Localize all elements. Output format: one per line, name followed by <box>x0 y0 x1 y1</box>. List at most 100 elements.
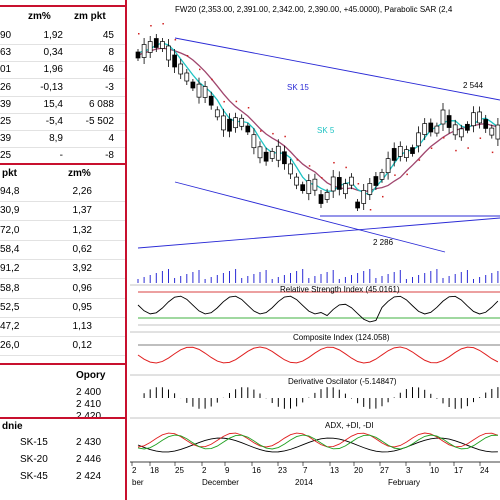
row-value: 58,4 <box>0 243 20 255</box>
left-panel: zm% zm pkt 90 1,92 45 63 0,34 8 01 1,96 46 26 -0,1… <box>0 0 128 500</box>
row-separator <box>0 355 125 357</box>
row-change-pts: 8 <box>108 47 114 59</box>
sar-dot <box>382 195 384 198</box>
row-separator <box>0 78 125 80</box>
row-value: 52,5 <box>0 301 20 313</box>
sar-dot <box>430 147 433 149</box>
technical-chart[interactable]: FW20 (2,353.00, 2,391.00, 2,342.00, 2,39… <box>130 0 500 500</box>
row-change-pct: 1,32 <box>72 224 92 236</box>
row-change-pct: 1,96 <box>43 64 63 76</box>
rsi-label: Relative Strength Index (45.0161) <box>280 285 400 294</box>
sar-dot <box>491 151 494 154</box>
candle-body <box>404 149 409 158</box>
sar-dot <box>467 147 469 149</box>
x-tick-label: 9 <box>225 466 230 475</box>
candle-body <box>367 183 373 195</box>
row-value: 26 <box>0 81 12 93</box>
row-change-pct: - <box>59 150 63 162</box>
candle-body <box>147 41 153 53</box>
candle-body <box>373 176 379 186</box>
row-change-pct: 0,62 <box>72 243 92 255</box>
candle-body <box>330 176 336 192</box>
x-tick-label: 2 <box>132 466 137 475</box>
chart-canvas[interactable]: FW20 (2,353.00, 2,391.00, 2,342.00, 2,39… <box>130 0 500 500</box>
candle-body <box>312 178 318 191</box>
row-value: 47,2 <box>0 321 20 333</box>
row-change-pts: 45 <box>102 30 114 41</box>
row-change-pts: -5 502 <box>85 116 114 127</box>
candle-body <box>208 95 214 106</box>
candle-body <box>452 124 458 136</box>
sar-dot <box>369 209 372 211</box>
candle-body <box>160 41 165 49</box>
sar-dot <box>223 100 225 103</box>
row-value: 25 <box>0 116 12 127</box>
sar-dot <box>357 183 360 185</box>
candle-body <box>141 44 147 58</box>
sar-dot <box>333 161 335 164</box>
col-header-zm-pct: zm% <box>68 168 91 179</box>
candle-body <box>227 118 232 132</box>
x-tick-label: 13 <box>330 466 339 475</box>
divider <box>0 163 125 165</box>
row-change-pct: 1,92 <box>43 30 63 41</box>
row-separator <box>0 130 125 131</box>
row-value: 26,0 <box>0 340 20 352</box>
x-tick-label: 23 <box>278 466 287 475</box>
x-tick-label: 10 <box>430 466 439 475</box>
candle-body <box>221 115 226 131</box>
candle-body <box>397 146 403 157</box>
sar-dot <box>296 159 299 161</box>
row-separator <box>0 44 125 45</box>
row-value: 30,9 <box>0 205 20 217</box>
row-change-pct: 15,4 <box>43 98 63 110</box>
candle-body <box>178 63 184 75</box>
sar-dot <box>345 166 347 169</box>
x-tick-label: 2 <box>202 466 207 475</box>
x-tick-label: 16 <box>252 466 261 475</box>
x-tick-label: 3 <box>406 466 411 475</box>
candle-body <box>184 72 190 82</box>
row-change-pts: 6 088 <box>88 98 114 110</box>
row-change-pct: -0,13 <box>40 81 63 93</box>
row-value: 94,8 <box>0 186 20 197</box>
x-tick-label: 24 <box>480 466 489 475</box>
row-change-pct: -5,4 <box>45 116 63 127</box>
candle-body <box>275 145 281 161</box>
sar-dot <box>247 106 250 109</box>
row-separator <box>0 297 125 299</box>
average-label: SK-20 <box>20 454 48 465</box>
panel-border <box>125 0 127 500</box>
row-separator <box>0 239 125 241</box>
row-change-pts: -8 <box>105 150 114 162</box>
row-separator <box>0 278 125 280</box>
candle-body <box>434 125 440 134</box>
candle-body <box>282 151 287 165</box>
sar-dot <box>443 137 445 139</box>
candle-body <box>495 124 500 140</box>
sar-dot <box>174 39 177 41</box>
candle-body <box>306 180 312 195</box>
x-tick-label: 7 <box>303 466 308 475</box>
divider <box>0 363 125 365</box>
x-month-label: 2014 <box>295 478 313 487</box>
candle-body <box>257 146 263 159</box>
candle-body <box>288 163 293 175</box>
row-change-pts: 4 <box>108 133 114 145</box>
candle-body <box>410 147 415 154</box>
average-label: SK-45 <box>20 471 48 482</box>
candle-body <box>269 151 275 159</box>
sar-dot <box>321 177 323 179</box>
candle-body <box>251 134 257 149</box>
sar-dot <box>418 159 421 161</box>
candle-body <box>489 127 495 136</box>
candle-body <box>343 183 348 195</box>
col-header-pkt: pkt <box>2 168 17 179</box>
x-tick-label: 27 <box>380 466 389 475</box>
average-value: 2 430 <box>76 437 102 448</box>
sar-dot <box>406 173 408 176</box>
supports-title: Opory <box>76 370 106 381</box>
sk5-label: SK 5 <box>317 126 335 135</box>
candle-body <box>440 109 446 125</box>
sar-dot <box>150 25 152 27</box>
